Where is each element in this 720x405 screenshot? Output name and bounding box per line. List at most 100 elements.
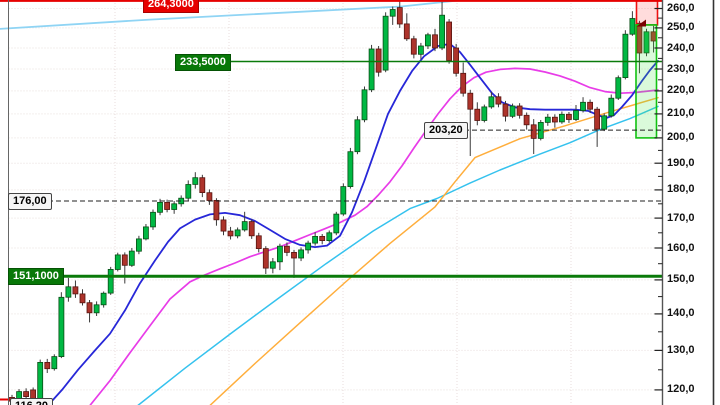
candle [502,103,509,117]
candle [319,235,326,241]
candle [368,48,375,91]
candle [269,261,276,269]
axis-label-260,0: 260,0 [667,2,695,14]
axis-label-250,0: 250,0 [667,21,695,34]
candle [375,48,382,73]
stop-zone [635,0,659,26]
candle [439,14,446,49]
candle [587,101,593,110]
candle [601,115,608,130]
candle [283,245,290,253]
candle [23,391,30,398]
candle [65,286,72,298]
axis-label-140,0: 140,0 [667,307,695,320]
candle [530,124,537,139]
candle [389,9,396,17]
candle [164,201,171,210]
candle [396,7,403,25]
candle [72,286,79,295]
price-levels-layer [0,0,663,401]
candle [255,235,262,250]
candle [573,110,579,120]
candle [354,119,361,153]
price-level-label-264_3000[interactable]: 264,3000 [143,0,199,13]
axis-label-160,0: 160,0 [667,241,695,254]
candle [206,192,213,201]
candle [361,89,368,121]
axis-label-170,0: 170,0 [667,211,695,224]
price-level-label-176_00[interactable]: 176,00 [8,193,52,210]
axis-label-230,0: 230,0 [667,62,695,75]
candle [481,106,488,121]
candle [566,113,572,120]
candle [192,177,199,185]
axis-label-200,0: 200,0 [667,131,695,144]
candle [100,292,107,306]
candle [552,116,558,123]
candle [276,245,283,263]
candle [58,296,65,357]
trade-zones-layer [635,0,659,139]
candle [410,38,417,55]
candle [121,254,128,266]
candle [594,108,600,130]
candle [241,221,248,231]
candle [488,96,495,108]
candle [580,101,586,112]
magenta-ma-line [89,67,659,405]
axis-label-180,0: 180,0 [667,183,695,196]
chart-canvas[interactable] [0,0,720,405]
candle [157,201,163,213]
candle [559,113,565,123]
candle [298,249,305,259]
candle [312,235,319,244]
axis-label-130,0: 130,0 [667,343,695,356]
candle [432,34,438,49]
candle [615,77,622,99]
axis-label-240,0: 240,0 [667,41,695,54]
candle [403,23,410,40]
candle [79,293,86,304]
candle [185,184,192,199]
candle [453,47,460,74]
candle [474,108,481,121]
candle [326,232,333,242]
target-zone [635,24,658,139]
candle [86,302,93,314]
cyan-ma-line [137,105,659,405]
candle [305,242,312,251]
candle [417,45,424,55]
candle [199,177,206,193]
candle [171,203,178,210]
candle [135,238,142,252]
price-level-label-151_1000[interactable]: 151,1000 [8,268,64,286]
candle [446,21,453,61]
candle [37,361,44,401]
trading-chart-window: 264,3000 233,5000 203,20 176,00 151,1000 116,… [0,0,720,405]
candle [340,186,347,215]
candle [608,97,615,117]
candle [227,230,234,237]
candle [262,248,269,269]
candle [142,226,149,240]
candle [424,34,431,47]
candle [234,229,241,237]
candle [347,151,354,187]
candle [114,254,121,270]
axis-label-220,0: 220,0 [667,84,695,97]
candle [44,361,51,370]
candle [291,251,297,259]
axis-label-120,0: 120,0 [667,383,695,396]
candle [622,33,629,79]
axis-label-190,0: 190,0 [667,156,695,169]
price-level-label-203_20[interactable]: 203,20 [424,122,468,140]
candle [107,268,114,294]
candle [51,356,58,370]
price-level-label-233_5000[interactable]: 233,5000 [175,53,231,71]
candle [460,72,467,94]
candle [516,105,523,116]
candle [467,92,474,110]
candle [523,114,530,126]
candle [495,96,502,105]
price-level-label-116_20[interactable]: 116,20 [10,398,54,405]
